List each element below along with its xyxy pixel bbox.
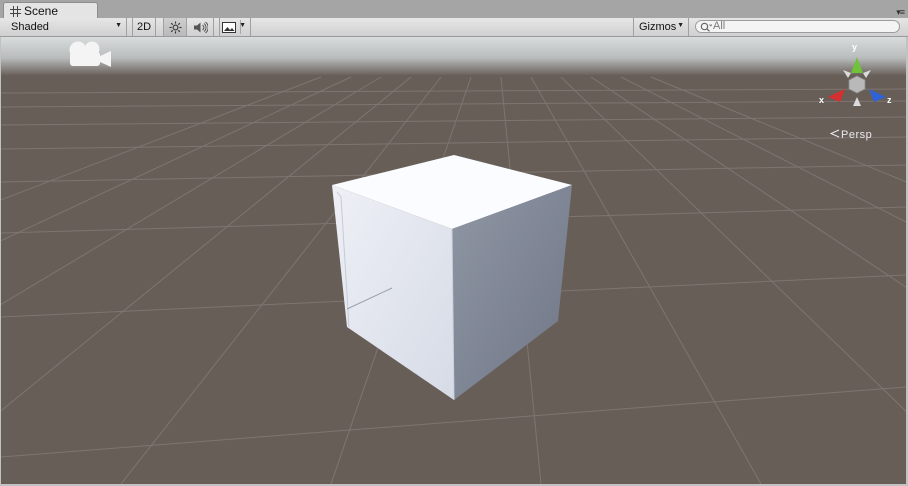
y-axis-cone[interactable] <box>851 57 863 73</box>
z-axis-label: z <box>887 95 892 105</box>
2d-mode-label: 2D <box>136 21 152 33</box>
tab-label: Scene <box>24 4 59 18</box>
scene-orientation-gizmo[interactable]: y x z <box>818 42 894 112</box>
image-icon <box>222 21 236 33</box>
chevron-down-icon: ▼ <box>115 22 122 29</box>
x-axis-label: x <box>819 95 825 105</box>
sky-horizon <box>1 37 906 75</box>
sun-icon <box>169 21 181 33</box>
speaker-icon <box>193 21 208 33</box>
tab-scene[interactable]: Scene <box>3 2 98 19</box>
projection-label: Persp <box>841 129 873 141</box>
z-axis-cone[interactable] <box>869 89 886 102</box>
search-placeholder: All <box>713 20 726 32</box>
camera-icon[interactable] <box>67 39 113 76</box>
projection-toggle[interactable]: Persp <box>830 129 872 141</box>
gizmos-dropdown[interactable]: Gizmos ▼ <box>633 18 689 36</box>
x-axis-cone[interactable] <box>828 89 845 102</box>
shading-mode-dropdown[interactable]: Shaded ▼ <box>5 18 127 36</box>
scene-toolbar: Shaded ▼ 2D ▼ Gizmos ▼ All <box>0 18 908 37</box>
2d-mode-button[interactable]: 2D <box>132 18 156 36</box>
gizmos-label: Gizmos <box>639 21 677 33</box>
scene-audio-toggle[interactable] <box>187 18 214 36</box>
tab-bar: Scene ▾≡ <box>0 0 908 19</box>
scene-viewport[interactable]: y x z Persp <box>1 37 906 484</box>
shading-mode-label: Shaded <box>11 21 49 33</box>
chevron-down-icon: ▼ <box>677 22 684 29</box>
scene-lighting-toggle[interactable] <box>163 18 187 36</box>
scene-effects-toggle[interactable]: ▼ <box>219 18 251 36</box>
scene-window: Scene ▾≡ Shaded ▼ 2D ▼ Gizmos ▼ All y x … <box>0 0 908 486</box>
perspective-icon <box>830 129 840 138</box>
gizmo-center-cube[interactable] <box>848 75 866 94</box>
search-icon <box>700 22 712 32</box>
hierarchy-search-input[interactable]: All <box>695 20 900 33</box>
tab-menu-icon[interactable]: ▾≡ <box>896 7 905 18</box>
y-axis-label: y <box>852 42 858 52</box>
effects-menu-chevron-icon[interactable]: ▼ <box>239 22 246 29</box>
